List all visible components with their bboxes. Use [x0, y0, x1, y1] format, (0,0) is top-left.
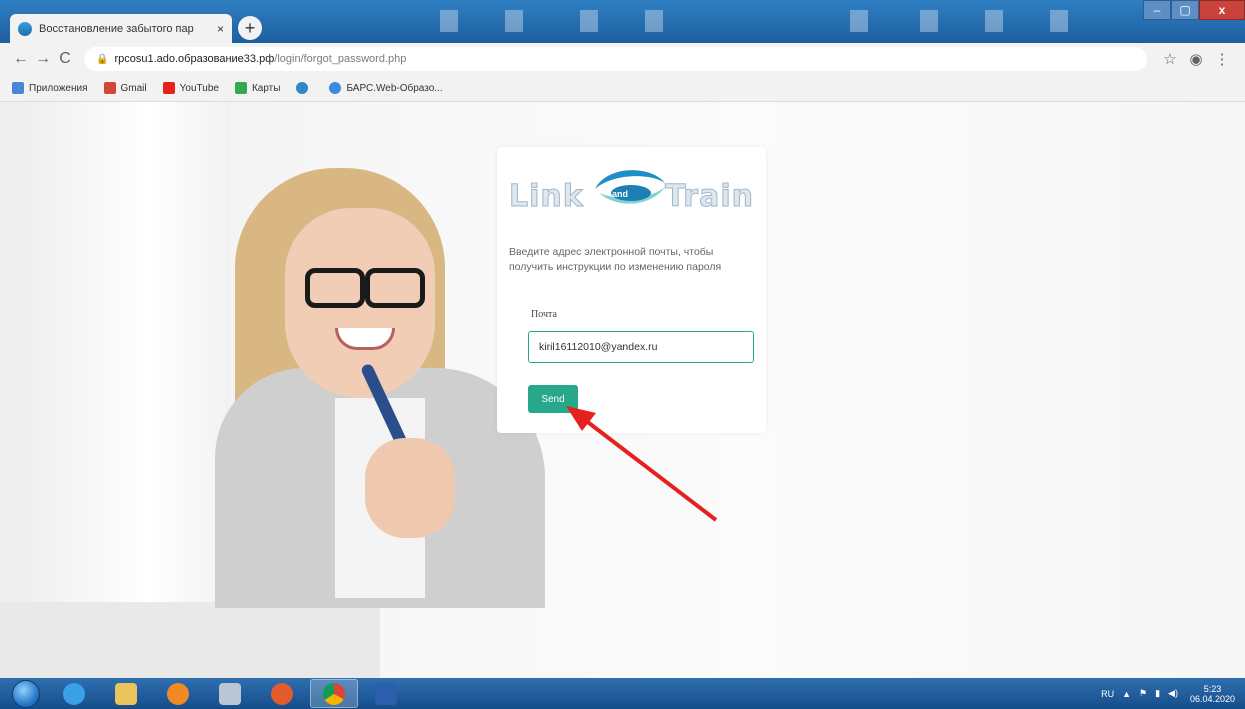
- new-tab-button[interactable]: +: [238, 16, 262, 40]
- bookmark-youtube[interactable]: YouTube: [162, 82, 219, 94]
- profile-icon[interactable]: ◉: [1183, 50, 1209, 68]
- internet-explorer-icon: [63, 682, 85, 705]
- documents-icon: [219, 682, 241, 705]
- browser-tab-strip: Восстановление забытого пар × + – ▢ x: [0, 0, 1245, 43]
- forward-button[interactable]: →: [32, 50, 54, 68]
- site-favicon-icon: [18, 21, 32, 36]
- taskbar-firefox[interactable]: [258, 679, 306, 708]
- taskbar-internet-explorer[interactable]: [50, 679, 98, 708]
- close-window-button[interactable]: x: [1199, 0, 1245, 20]
- bookmark-apps[interactable]: Приложения: [12, 82, 88, 94]
- background-window-tile: [580, 10, 598, 32]
- bookmark-label: БАРС.Web-Образо...: [346, 82, 443, 94]
- bookmark-site[interactable]: [296, 82, 313, 94]
- gmail-icon: [103, 82, 116, 94]
- system-tray: RU ▲ ⚑ ▮ ◀) 5:23 06.04.2020: [1093, 678, 1235, 709]
- background-window-tile: [920, 10, 938, 32]
- volume-icon[interactable]: ◀): [1168, 688, 1178, 699]
- browser-menu-icon[interactable]: ⋮: [1209, 50, 1235, 68]
- bookmark-bars-web[interactable]: БАРС.Web-Образо...: [329, 82, 443, 94]
- active-browser-tab[interactable]: Восстановление забытого пар ×: [10, 14, 232, 43]
- minimize-button[interactable]: –: [1143, 0, 1171, 20]
- bookmark-label: Карты: [251, 82, 281, 94]
- start-button[interactable]: [12, 679, 40, 708]
- taskbar-documents[interactable]: [206, 679, 254, 708]
- taskbar-clock[interactable]: 5:23 06.04.2020: [1190, 684, 1235, 704]
- background-window-tile: [985, 10, 1003, 32]
- language-indicator[interactable]: RU: [1101, 689, 1114, 699]
- forgot-password-card: Link and Train Введите адрес электронной…: [497, 147, 766, 433]
- youtube-icon: [162, 82, 175, 94]
- background-desk: [0, 602, 380, 678]
- taskbar-file-explorer[interactable]: [102, 679, 150, 708]
- tray-expand-icon[interactable]: ▲: [1122, 689, 1131, 699]
- maximize-button[interactable]: ▢: [1171, 0, 1199, 20]
- logo-text-train: Train: [665, 179, 754, 215]
- bookmark-gmail[interactable]: Gmail: [103, 82, 147, 94]
- back-button[interactable]: ←: [10, 50, 32, 68]
- glasses-icon: [305, 268, 365, 308]
- word-icon: [375, 682, 397, 705]
- firefox-icon: [271, 682, 293, 705]
- background-window-tile: [440, 10, 458, 32]
- flag-icon[interactable]: ⚑: [1139, 688, 1147, 699]
- background-window-tile: [505, 10, 523, 32]
- network-icon[interactable]: ▮: [1155, 688, 1160, 699]
- tab-title: Восстановление забытого пар: [39, 22, 194, 35]
- url-host: rpcosu1.ado.образование33.рф: [114, 53, 275, 65]
- logo-text-and: and: [612, 189, 629, 199]
- bookmark-label: YouTube: [179, 82, 219, 94]
- clock-time: 5:23: [1203, 683, 1222, 694]
- bookmark-star-icon[interactable]: ☆: [1157, 50, 1183, 68]
- bars-web-icon: [329, 82, 342, 94]
- maps-icon: [234, 82, 247, 94]
- bookmark-label: Gmail: [120, 82, 147, 94]
- url-path: /login/forgot_password.php: [274, 53, 407, 65]
- link-and-train-logo: Link and Train: [509, 163, 754, 217]
- site-favicon-icon: [296, 82, 309, 94]
- address-bar: ← → C 🔒 rpcosu1.ado.образование33.рф /lo…: [0, 43, 1245, 75]
- taskbar-media-player[interactable]: [154, 679, 202, 708]
- windows-taskbar: RU ▲ ⚑ ▮ ◀) 5:23 06.04.2020: [0, 678, 1245, 709]
- logo-text-link: Link: [509, 179, 584, 215]
- instructions-text: Введите адрес электронной почты, чтобы п…: [509, 246, 722, 273]
- email-field[interactable]: [528, 331, 754, 363]
- send-button[interactable]: Send: [528, 385, 578, 413]
- chrome-icon: [323, 682, 345, 705]
- media-player-icon: [167, 682, 189, 705]
- lock-icon: 🔒: [96, 53, 109, 65]
- background-window-tile: [645, 10, 663, 32]
- apps-grid-icon: [12, 82, 24, 94]
- taskbar-chrome[interactable]: [310, 679, 358, 708]
- taskbar-word[interactable]: [362, 679, 410, 708]
- bookmark-label: Приложения: [29, 82, 88, 94]
- bookmark-maps[interactable]: Карты: [234, 82, 281, 94]
- url-input[interactable]: 🔒 rpcosu1.ado.образование33.рф /login/fo…: [84, 47, 1147, 71]
- email-label: Почта: [531, 309, 557, 320]
- file-explorer-icon: [115, 682, 137, 705]
- background-window-tile: [850, 10, 868, 32]
- background-window-tile: [1050, 10, 1068, 32]
- window-controls: – ▢ x: [1143, 0, 1245, 20]
- close-tab-icon[interactable]: ×: [217, 22, 224, 36]
- bookmarks-bar: Приложения Gmail YouTube Карты БАРС.Web-…: [0, 75, 1245, 102]
- background-window-light: [30, 102, 230, 678]
- reload-button[interactable]: C: [54, 50, 76, 68]
- clock-date: 06.04.2020: [1189, 693, 1235, 704]
- logo-swoosh-icon: [595, 170, 665, 204]
